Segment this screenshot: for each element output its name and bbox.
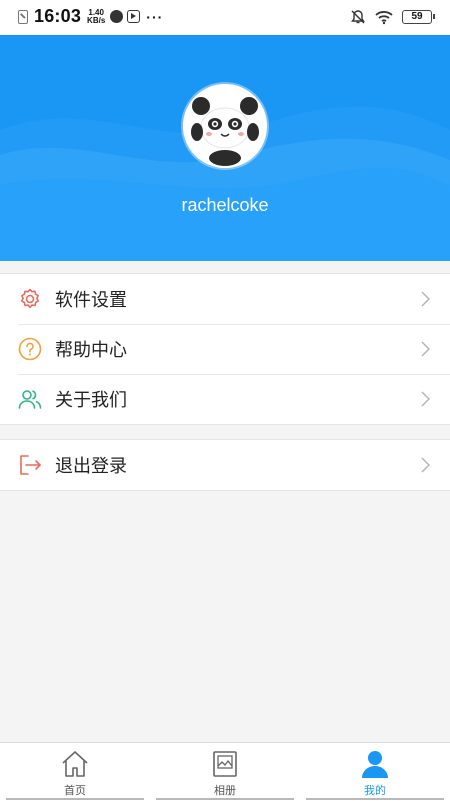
users-icon (18, 390, 42, 409)
tab-album[interactable]: 相册 (150, 743, 300, 801)
menu-group-logout: 退出登录 (0, 439, 450, 491)
video-app-icon (127, 10, 141, 23)
tab-label: 相册 (214, 785, 236, 797)
username: rachelcoke (181, 195, 269, 215)
tab-label: 首页 (64, 785, 86, 797)
menu-group-main: 软件设置 帮助中心 关于我们 (0, 273, 450, 425)
tab-label: 我的 (364, 785, 386, 797)
profile-header: rachelcoke (0, 35, 450, 261)
album-icon (213, 751, 237, 777)
app-notification-icon (110, 10, 124, 23)
menu-item-label: 帮助中心 (55, 340, 127, 360)
bottom-tab-bar: 首页 相册 我的 (0, 742, 450, 801)
no-sim-icon (18, 9, 28, 24)
help-icon (18, 337, 42, 361)
battery-indicator: 59 (402, 10, 435, 24)
menu-item-label: 关于我们 (55, 390, 127, 410)
more-notifications: ··· (146, 8, 164, 25)
chevron-right-icon (421, 341, 430, 357)
status-time: 16:03 (34, 6, 82, 26)
menu-item-logout[interactable]: 退出登录 (0, 440, 450, 490)
logout-icon (20, 455, 41, 475)
tab-mine[interactable]: 我的 (300, 743, 450, 801)
menu-item-help[interactable]: 帮助中心 (0, 324, 450, 374)
menu-item-settings[interactable]: 软件设置 (0, 274, 450, 324)
panda-avatar-icon (183, 84, 267, 168)
avatar[interactable] (183, 84, 267, 168)
chevron-right-icon (421, 291, 430, 307)
profile-icon (362, 751, 388, 778)
menu-item-label: 软件设置 (55, 290, 127, 310)
gear-icon (21, 288, 39, 309)
tab-home[interactable]: 首页 (0, 743, 150, 801)
chevron-right-icon (421, 391, 430, 407)
network-speed-unit: KB/s (87, 15, 106, 25)
home-icon (62, 751, 88, 777)
mute-bell-icon (351, 10, 365, 24)
network-speed: 1.40 KB/s (87, 8, 106, 25)
wifi-icon (375, 11, 393, 25)
status-bar: 16:03 1.40 KB/s ··· 59 (0, 0, 450, 35)
chevron-right-icon (421, 457, 430, 473)
menu-item-about[interactable]: 关于我们 (0, 374, 450, 424)
menu-item-label: 退出登录 (55, 456, 127, 476)
